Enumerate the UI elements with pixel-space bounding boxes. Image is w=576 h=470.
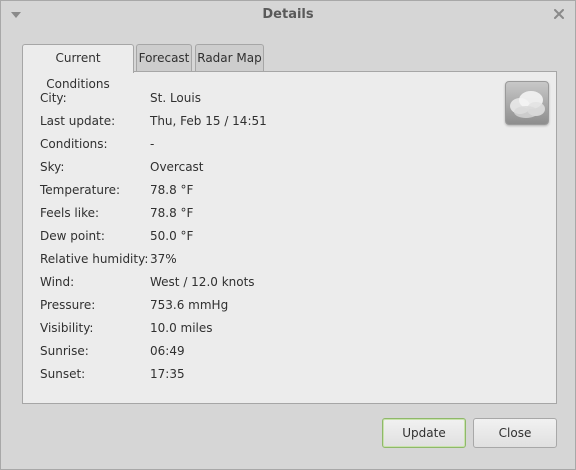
city-value: St. Louis xyxy=(150,91,201,105)
relative-humidity-value: 37% xyxy=(150,252,177,266)
title-bar: Details xyxy=(1,1,575,29)
tab-current-conditions[interactable]: Current Conditions xyxy=(22,44,134,91)
wind-value: West / 12.0 knots xyxy=(150,275,255,289)
visibility-label: Visibility: xyxy=(40,321,94,335)
wind-label: Wind: xyxy=(40,275,75,289)
dew-point-label: Dew point: xyxy=(40,229,105,243)
relative-humidity-label: Relative humidity: xyxy=(40,252,149,266)
last-update-label: Last update: xyxy=(40,114,116,128)
temperature-value: 78.8 °F xyxy=(150,183,194,197)
dew-point-value: 50.0 °F xyxy=(150,229,194,243)
last-update-value: Thu, Feb 15 / 14:51 xyxy=(150,114,267,128)
tab-radar-map[interactable]: Radar Map xyxy=(195,44,264,71)
overcast-cloud-icon xyxy=(505,81,549,125)
tab-forecast[interactable]: Forecast xyxy=(136,44,192,71)
pressure-label: Pressure: xyxy=(40,298,96,312)
sunrise-label: Sunrise: xyxy=(40,344,89,358)
details-window: Details Current Conditions Forecast Rada… xyxy=(0,0,576,470)
feels-like-value: 78.8 °F xyxy=(150,206,194,220)
sunset-value: 17:35 xyxy=(150,367,185,381)
current-conditions-panel: City: St. Louis Last update: Thu, Feb 15… xyxy=(22,71,557,404)
conditions-value: - xyxy=(150,137,155,151)
close-button[interactable]: Close xyxy=(473,418,557,448)
pressure-value: 753.6 mmHg xyxy=(150,298,229,312)
window-title: Details xyxy=(262,7,314,22)
sky-label: Sky: xyxy=(40,160,65,174)
update-button[interactable]: Update xyxy=(382,418,466,448)
sunrise-value: 06:49 xyxy=(150,344,185,358)
conditions-label: Conditions: xyxy=(40,137,108,151)
visibility-value: 10.0 miles xyxy=(150,321,213,335)
feels-like-label: Feels like: xyxy=(40,206,100,220)
temperature-label: Temperature: xyxy=(40,183,121,197)
sky-value: Overcast xyxy=(150,160,204,174)
sunset-label: Sunset: xyxy=(40,367,86,381)
close-icon[interactable] xyxy=(551,6,567,22)
